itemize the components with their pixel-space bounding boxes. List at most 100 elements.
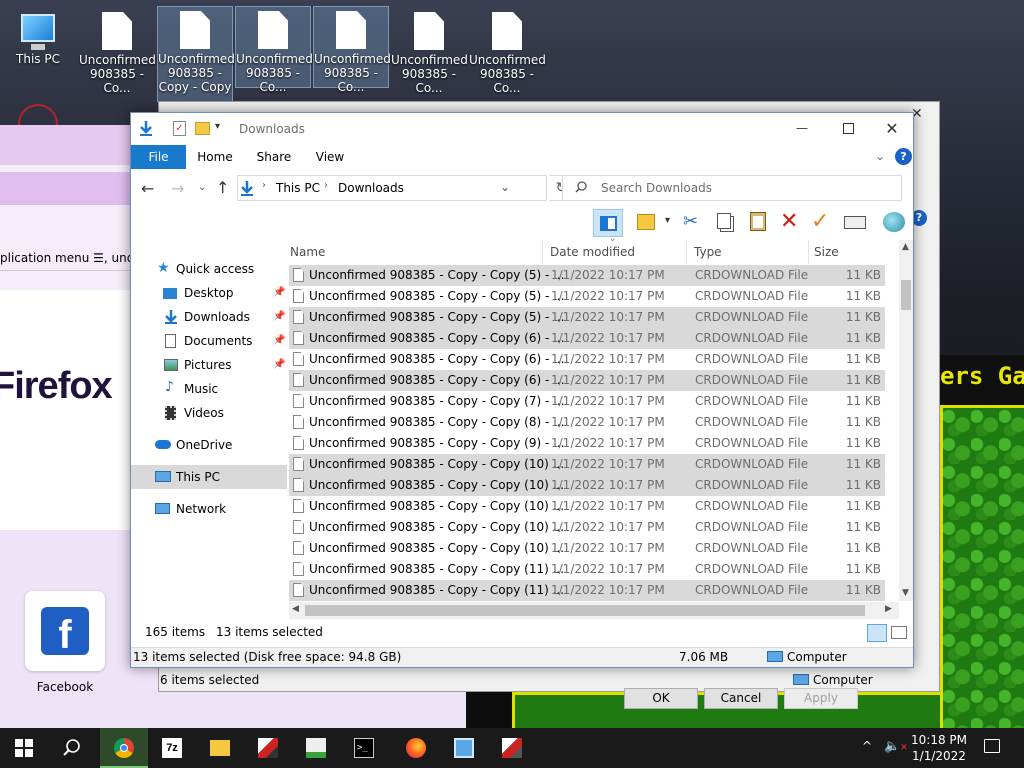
back-button[interactable]: ←: [141, 179, 154, 198]
scroll-right-icon[interactable]: ▶: [885, 604, 892, 614]
nav-network[interactable]: Network: [131, 497, 287, 521]
column-type[interactable]: Type: [693, 240, 809, 264]
nav-onedrive[interactable]: OneDrive: [131, 433, 287, 457]
tab-home[interactable]: Home: [189, 145, 241, 169]
close-button[interactable]: ✕: [871, 117, 913, 141]
scroll-left-icon[interactable]: ◀: [292, 604, 299, 614]
shell-icon[interactable]: [883, 212, 905, 232]
table-row[interactable]: Unconfirmed 908385 - Copy - Copy (7) - .…: [289, 391, 885, 412]
taskbar-chrome[interactable]: [100, 728, 148, 768]
desktop-icon-file[interactable]: Unconfirmed 908385 - Co...: [235, 6, 313, 94]
volume-muted-icon[interactable]: 🔈✕: [884, 739, 908, 754]
app-icon-fragment[interactable]: [18, 104, 58, 126]
nav-downloads[interactable]: Downloads 📌: [131, 305, 287, 329]
taskbar-file-explorer[interactable]: [196, 728, 244, 768]
taskbar-app-gray[interactable]: [488, 728, 536, 768]
column-date-modified[interactable]: Date modified: [549, 240, 687, 264]
table-row[interactable]: Unconfirmed 908385 - Copy - Copy (9) - .…: [289, 433, 885, 454]
details-view-button[interactable]: [867, 624, 887, 642]
pin-icon[interactable]: 📌: [273, 305, 285, 329]
ok-button[interactable]: OK: [624, 688, 698, 709]
game-board[interactable]: [940, 405, 1024, 728]
nav-music[interactable]: ♪ Music: [131, 377, 287, 401]
desktop-icon-file[interactable]: Unconfirmed 908385 - Co...: [391, 8, 468, 95]
help-icon[interactable]: ?: [895, 148, 912, 165]
table-row[interactable]: Unconfirmed 908385 - Copy - Copy (11) ..…: [289, 559, 885, 580]
nav-videos[interactable]: Videos: [131, 401, 287, 425]
nav-this-pc[interactable]: This PC: [131, 465, 287, 489]
taskbar-app-red[interactable]: [244, 728, 292, 768]
vertical-scrollbar[interactable]: ▲ ▼: [899, 240, 913, 601]
nav-desktop[interactable]: Desktop 📌: [131, 281, 287, 305]
taskbar-search-button[interactable]: [48, 728, 96, 768]
start-button[interactable]: [0, 728, 48, 768]
pin-icon[interactable]: 📌: [273, 329, 285, 353]
notifications-icon[interactable]: [984, 739, 1000, 753]
view-dropdown-icon[interactable]: ▾: [665, 215, 670, 226]
desktop-icon-file[interactable]: Unconfirmed 908385 - Co...: [313, 6, 391, 94]
table-row[interactable]: Unconfirmed 908385 - Copy - Copy (10) ..…: [289, 496, 885, 517]
taskbar-app-chart[interactable]: [292, 728, 340, 768]
tab-file[interactable]: File: [131, 145, 186, 169]
address-bar[interactable]: › This PC › Downloads ⌄: [237, 175, 547, 201]
scroll-thumb[interactable]: [901, 280, 911, 310]
nav-pictures[interactable]: Pictures 📌: [131, 353, 287, 377]
pin-icon[interactable]: 📌: [273, 353, 285, 377]
table-row[interactable]: Unconfirmed 908385 - Copy - Copy (10) ..…: [289, 475, 885, 496]
search-input[interactable]: Search Downloads: [562, 175, 902, 201]
facebook-tile[interactable]: f: [25, 591, 105, 671]
pin-icon[interactable]: 📌: [273, 281, 285, 305]
show-hidden-icons[interactable]: ^: [862, 739, 872, 753]
properties-check-icon[interactable]: ✓: [173, 121, 186, 136]
table-row[interactable]: Unconfirmed 908385 - Copy - Copy (11) ..…: [289, 580, 885, 601]
preview-pane-button[interactable]: [593, 209, 623, 237]
taskbar-app-blue[interactable]: [440, 728, 488, 768]
recent-locations-icon[interactable]: ⌄: [198, 182, 206, 193]
column-name[interactable]: Name: [289, 240, 543, 264]
taskbar-terminal[interactable]: >_: [340, 728, 388, 768]
customize-dropdown-icon[interactable]: ▾: [215, 121, 220, 132]
up-button[interactable]: ↑: [216, 178, 229, 197]
scroll-down-icon[interactable]: ▼: [902, 588, 909, 598]
desktop-icon-file[interactable]: Unconfirmed 908385 - Co...: [469, 8, 546, 95]
table-row[interactable]: Unconfirmed 908385 - Copy - Copy (8) - .…: [289, 412, 885, 433]
horizontal-scrollbar[interactable]: ◀ ▶: [289, 602, 899, 619]
new-folder-icon[interactable]: [195, 122, 210, 135]
properties-icon[interactable]: [844, 216, 866, 229]
column-size[interactable]: Size: [813, 240, 883, 264]
scroll-thumb[interactable]: [305, 605, 865, 616]
table-row[interactable]: Unconfirmed 908385 - Copy - Copy (5) - .…: [289, 265, 885, 286]
forward-button[interactable]: →: [171, 179, 184, 198]
breadcrumb-this-pc[interactable]: This PC: [276, 181, 320, 195]
table-row[interactable]: Unconfirmed 908385 - Copy - Copy (6) - .…: [289, 349, 885, 370]
rename-check-icon[interactable]: ✓: [811, 209, 829, 234]
address-dropdown-icon[interactable]: ⌄: [500, 180, 510, 194]
taskbar-firefox[interactable]: [392, 728, 440, 768]
breadcrumb-downloads[interactable]: Downloads: [338, 181, 404, 195]
table-row[interactable]: Unconfirmed 908385 - Copy - Copy (10) ..…: [289, 454, 885, 475]
view-options-icon[interactable]: [637, 214, 655, 230]
copy-icon[interactable]: [717, 213, 731, 229]
paste-icon[interactable]: [750, 212, 766, 231]
table-row[interactable]: Unconfirmed 908385 - Copy - Copy (5) - .…: [289, 286, 885, 307]
table-row[interactable]: Unconfirmed 908385 - Copy - Copy (10) ..…: [289, 538, 885, 559]
tab-share[interactable]: Share: [249, 145, 299, 169]
desktop-icon-file[interactable]: Unconfirmed 908385 - Co...: [79, 8, 156, 95]
table-row[interactable]: Unconfirmed 908385 - Copy - Copy (6) - .…: [289, 370, 885, 391]
large-icons-view-button[interactable]: [891, 626, 907, 639]
desktop-icon-file[interactable]: Unconfirmed 908385 - Copy - Copy: [157, 6, 235, 102]
table-row[interactable]: Unconfirmed 908385 - Copy - Copy (10) ..…: [289, 517, 885, 538]
clock[interactable]: 10:18 PM 1/1/2022: [906, 732, 972, 764]
maximize-button[interactable]: [825, 117, 871, 141]
nav-quick-access[interactable]: ★ Quick access: [131, 257, 287, 281]
taskbar-7zip[interactable]: 7z: [148, 728, 196, 768]
scroll-up-icon[interactable]: ▲: [902, 242, 909, 252]
nav-documents[interactable]: Documents 📌: [131, 329, 287, 353]
desktop-icon-this-pc[interactable]: This PC: [0, 8, 76, 78]
table-row[interactable]: Unconfirmed 908385 - Copy - Copy (6) - .…: [289, 328, 885, 349]
delete-icon[interactable]: ✕: [780, 209, 798, 234]
cancel-button[interactable]: Cancel: [704, 688, 778, 709]
minimize-button[interactable]: —: [779, 117, 825, 141]
apply-button[interactable]: Apply: [784, 688, 858, 709]
cut-icon[interactable]: ✂: [683, 211, 698, 232]
